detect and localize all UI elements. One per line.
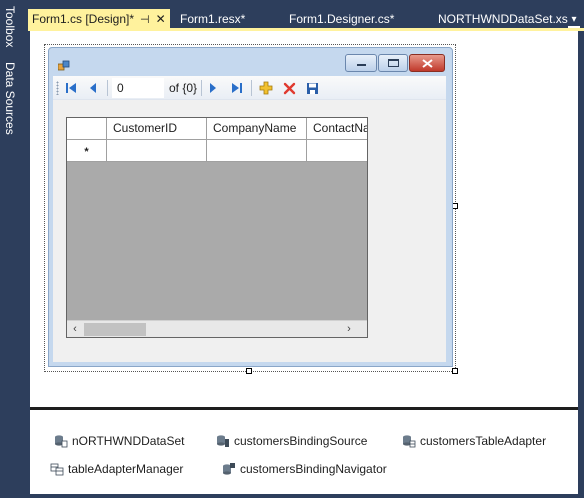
resize-handle-corner[interactable] bbox=[452, 368, 458, 374]
move-first-button[interactable] bbox=[63, 80, 79, 96]
binding-source-icon bbox=[217, 435, 229, 447]
move-last-icon bbox=[232, 83, 242, 93]
move-previous-button[interactable] bbox=[85, 80, 101, 96]
form-window[interactable]: of {0} bbox=[48, 47, 453, 367]
tab-label: Form1.cs [Design]* bbox=[32, 12, 135, 26]
binding-navigator-toolbar: of {0} bbox=[53, 76, 446, 100]
tab-form1-design[interactable]: Form1.cs [Design]* ⊣ ✕ bbox=[28, 9, 170, 29]
save-button[interactable] bbox=[304, 80, 320, 96]
close-window-button[interactable] bbox=[409, 54, 445, 72]
designer-surface: of {0} bbox=[30, 31, 578, 407]
column-header-contactname[interactable]: ContactNa bbox=[307, 118, 367, 140]
dataset-icon bbox=[55, 435, 68, 448]
tray-item-customers-table-adapter[interactable]: customersTableAdapter bbox=[402, 434, 546, 448]
close-icon[interactable]: ✕ bbox=[156, 12, 166, 26]
add-icon bbox=[259, 81, 273, 95]
move-first-icon bbox=[66, 83, 76, 93]
component-tray: nORTHWNDDataSet customersBindingSource c… bbox=[30, 410, 578, 494]
column-header-customerid[interactable]: CustomerID bbox=[107, 118, 207, 140]
tray-item-customers-binding-source[interactable]: customersBindingSource bbox=[216, 434, 367, 448]
delete-button[interactable] bbox=[281, 80, 297, 96]
table-adapter-icon bbox=[403, 435, 416, 448]
toolbar-grip[interactable] bbox=[56, 81, 59, 95]
scrollbar-thumb[interactable] bbox=[84, 323, 146, 336]
maximize-icon bbox=[388, 59, 399, 67]
minimize-icon bbox=[357, 64, 366, 66]
move-next-icon bbox=[210, 83, 216, 93]
data-sources-tab[interactable]: Data Sources bbox=[3, 62, 17, 135]
tray-item-label: nORTHWNDDataSet bbox=[72, 434, 185, 448]
table-cell[interactable] bbox=[207, 140, 307, 162]
record-count-label: of {0} bbox=[169, 81, 198, 95]
move-last-button[interactable] bbox=[229, 80, 245, 96]
tab-overflow-chevron-down-icon[interactable]: ▾ bbox=[568, 15, 580, 28]
tray-item-table-adapter-manager[interactable]: tableAdapterManager bbox=[50, 462, 183, 476]
move-next-button[interactable] bbox=[205, 80, 221, 96]
table-cell[interactable] bbox=[307, 140, 367, 162]
tray-item-northwnd-dataset[interactable]: nORTHWNDDataSet bbox=[54, 434, 184, 448]
add-new-button[interactable] bbox=[258, 80, 274, 96]
position-input[interactable] bbox=[112, 78, 164, 98]
form-client-area: of {0} bbox=[53, 76, 446, 362]
tray-item-label: customersBindingSource bbox=[234, 434, 368, 448]
minimize-button[interactable] bbox=[345, 54, 377, 72]
tray-item-label: customersTableAdapter bbox=[420, 434, 547, 448]
tray-item-label: tableAdapterManager bbox=[68, 462, 184, 476]
scroll-right-chevron-right-icon[interactable]: › bbox=[341, 322, 357, 337]
tab-northwnd-dataset[interactable]: NORTHWNDDataSet.xs bbox=[438, 10, 568, 28]
tab-form1-designer[interactable]: Form1.Designer.cs* bbox=[289, 10, 394, 28]
horizontal-scrollbar[interactable]: ‹ › bbox=[67, 320, 367, 337]
pin-icon[interactable]: ⊣ bbox=[140, 14, 150, 26]
maximize-button[interactable] bbox=[378, 54, 408, 72]
move-previous-icon bbox=[90, 83, 96, 93]
scroll-left-chevron-left-icon[interactable]: ‹ bbox=[67, 322, 83, 337]
column-header-companyname[interactable]: CompanyName bbox=[207, 118, 307, 140]
side-panel-strip: Toolbox Data Sources bbox=[0, 0, 26, 498]
tab-form1-resx[interactable]: Form1.resx* bbox=[180, 10, 245, 28]
tray-item-label: customersBindingNavigator bbox=[240, 462, 387, 476]
table-cell[interactable] bbox=[107, 140, 207, 162]
resize-handle-bottom[interactable] bbox=[246, 368, 252, 374]
grid-header-row: CustomerID CompanyName ContactNa bbox=[67, 118, 367, 140]
binding-navigator-icon bbox=[223, 463, 235, 475]
save-icon bbox=[306, 82, 318, 94]
toolbox-tab[interactable]: Toolbox bbox=[3, 6, 17, 47]
adapter-manager-icon bbox=[50, 463, 64, 476]
toolbar-separator bbox=[107, 80, 108, 96]
toolbar-separator bbox=[201, 80, 202, 96]
row-header-corner bbox=[67, 118, 107, 140]
new-row-marker: * bbox=[67, 140, 107, 162]
delete-icon bbox=[283, 82, 295, 94]
customers-data-grid[interactable]: CustomerID CompanyName ContactNa * ‹ › bbox=[66, 117, 368, 338]
close-icon bbox=[422, 59, 433, 68]
form-icon bbox=[58, 60, 70, 71]
toolbar-separator bbox=[251, 80, 252, 96]
tray-item-customers-binding-navigator[interactable]: customersBindingNavigator bbox=[222, 462, 387, 476]
document-tab-bar: Form1.cs [Design]* ⊣ ✕ Form1.resx* Form1.D… bbox=[28, 7, 584, 29]
